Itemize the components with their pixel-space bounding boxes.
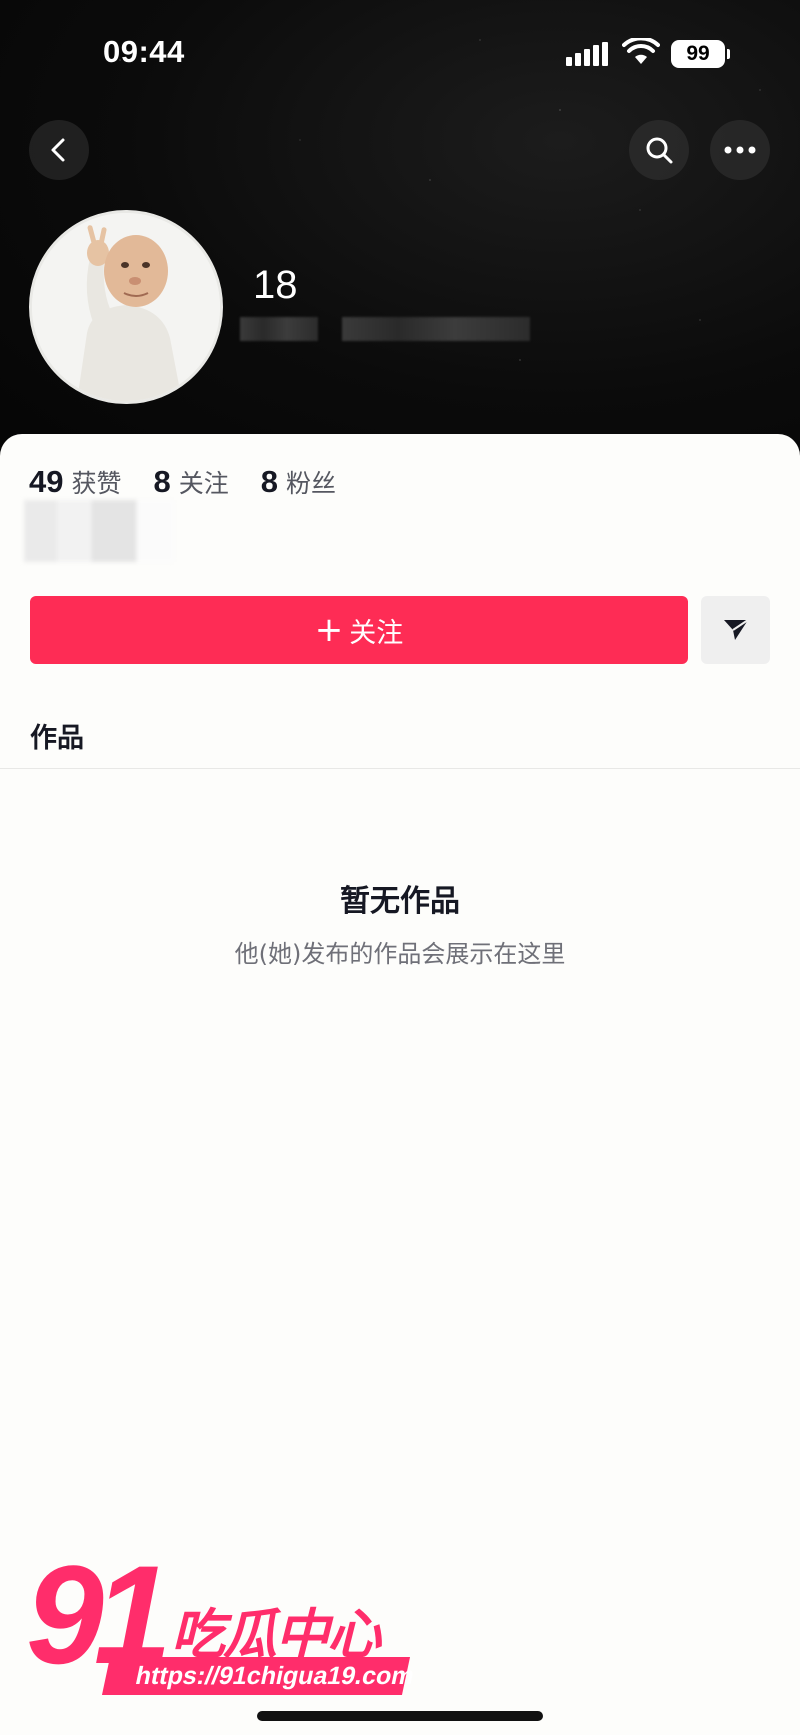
avatar-image [32,213,220,401]
wifi-icon [622,38,660,64]
stat-value: 8 [260,464,279,499]
more-button[interactable] [710,120,770,180]
profile-header: 09:44 99 18 [0,0,800,470]
follow-button[interactable]: + 关注 [30,596,688,664]
plus-icon: + [314,610,344,650]
profile-nickname: 18 [253,263,298,307]
watermark-url: https://91chigua19.com [101,1657,417,1695]
redacted-ip-location [342,317,530,341]
stat-value: 8 [153,464,171,499]
stat-followers[interactable]: 8 粉丝 [261,464,336,500]
battery-indicator: 99 [671,40,730,68]
send-icon [723,619,749,640]
watermark-logo: 91 吃瓜中心 https://91chigua19.com [26,1545,417,1705]
avatar[interactable] [29,210,223,404]
cellular-signal-icon [566,42,608,66]
empty-state-title: 暂无作品 [340,884,460,919]
empty-state-description: 他(她)发布的作品会展示在这里 [234,940,566,968]
stat-following[interactable]: 8 关注 [154,464,229,500]
send-message-button[interactable] [701,596,770,664]
home-indicator[interactable] [257,1711,543,1721]
search-icon [646,137,673,164]
redacted-account-id [240,317,318,341]
stat-likes[interactable]: 49 获赞 [29,464,122,500]
back-button[interactable] [29,120,89,180]
back-icon [51,138,65,162]
tab-works[interactable]: 作品 [30,716,84,755]
follow-button-label: 关注 [349,617,404,649]
stat-value: 49 [29,464,64,499]
more-icon [724,146,756,154]
profile-stats: 49 获赞 8 关注 8 粉丝 [29,464,368,500]
search-button[interactable] [629,120,689,180]
tab-divider [0,768,800,769]
redacted-bio [24,500,174,562]
stat-label: 粉丝 [286,469,337,498]
status-time: 09:44 [103,34,185,69]
stat-label: 获赞 [71,469,122,498]
stat-label: 关注 [178,469,229,498]
